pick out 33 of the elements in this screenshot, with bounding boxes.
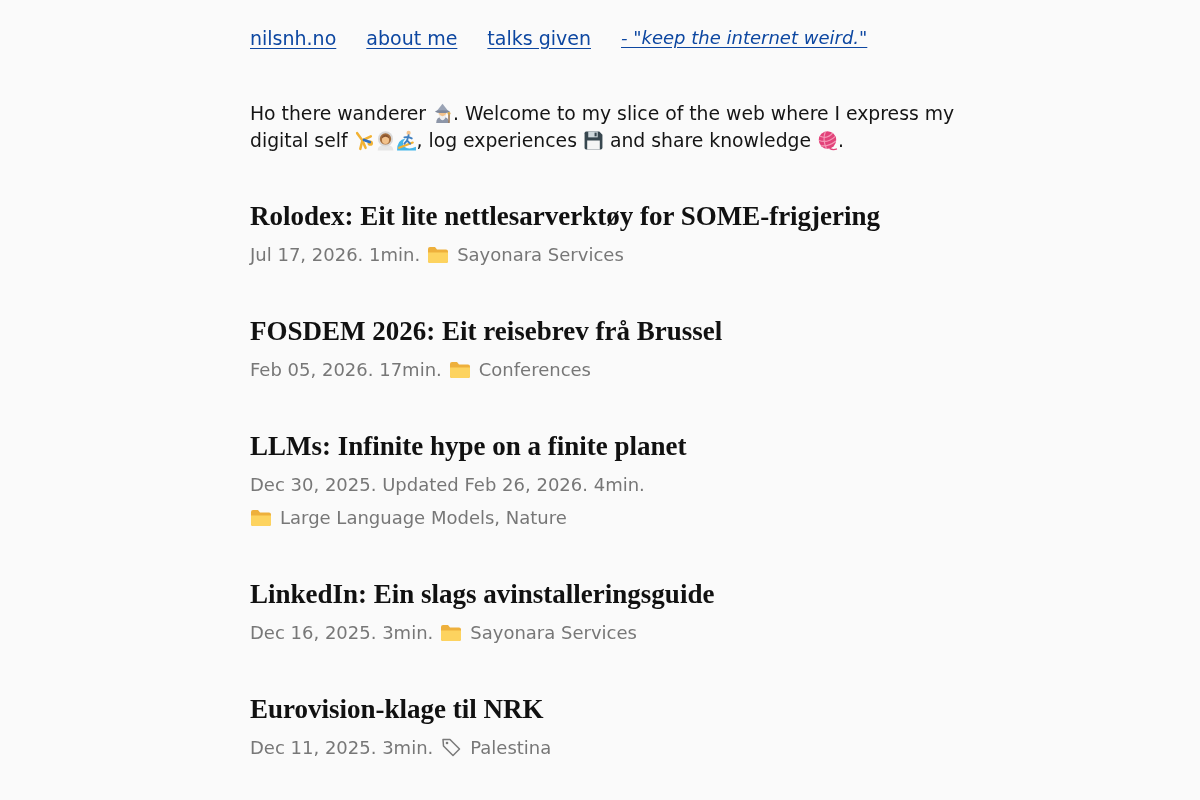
post-title-link[interactable]: FOSDEM 2026: Eit reisebrev frå Brussel bbox=[250, 314, 723, 348]
intro-text: Ho there wanderer bbox=[250, 103, 427, 124]
post-meta-text: Dec 16, 2025. 3min. bbox=[250, 621, 434, 645]
intro-text: and share knowledge bbox=[609, 130, 812, 151]
folder-icon bbox=[440, 622, 463, 643]
nav-link[interactable]: talks given bbox=[487, 24, 591, 52]
nav-link[interactable]: about me bbox=[366, 24, 458, 52]
intro-text: digital self bbox=[250, 130, 348, 151]
intro-text: , log experiences bbox=[416, 130, 577, 151]
category-label: Sayonara Services bbox=[470, 621, 637, 645]
intro-text: . bbox=[838, 130, 845, 151]
post-title-link[interactable]: Eurovision-klage til NRK bbox=[250, 692, 544, 726]
post-title-link[interactable]: LLMs: Infinite hype on a finite planet bbox=[250, 429, 687, 463]
post-meta-text: Jul 17, 2026. 1min. bbox=[250, 243, 421, 267]
post-title-link[interactable]: Rolodex: Eit lite nettlesarverktøy for SOME-frigjering bbox=[250, 199, 881, 233]
category-label: Sayonara Services bbox=[457, 243, 624, 267]
category-label: Large Language Models, Nature bbox=[280, 506, 567, 530]
nav-link[interactable]: nilsnh.no bbox=[250, 24, 337, 52]
post-meta-text: Dec 11, 2025. 3min. bbox=[250, 736, 434, 760]
post-meta-text: Dec 30, 2025. Updated Feb 26, 2026. 4min. bbox=[250, 473, 645, 497]
folder-icon bbox=[250, 507, 272, 528]
folder-icon bbox=[427, 244, 450, 265]
intro-text: . Welcome to my slice of the web where I express my bbox=[453, 103, 955, 124]
post-title-link[interactable]: LinkedIn: Ein slags avinstalleringsguide bbox=[250, 577, 715, 611]
quote-link[interactable]: - "keep the internet weird." bbox=[621, 24, 868, 52]
tag-icon bbox=[440, 737, 463, 758]
tag-label: Palestina bbox=[470, 736, 552, 760]
surfer-icon bbox=[395, 130, 417, 151]
folder-icon bbox=[448, 359, 471, 380]
cartwheel-person-icon bbox=[353, 130, 375, 151]
yarn-ball-icon bbox=[817, 130, 839, 151]
post-meta-text: Feb 05, 2026. 17min. bbox=[250, 358, 442, 382]
category-label: Conferences bbox=[478, 358, 591, 382]
